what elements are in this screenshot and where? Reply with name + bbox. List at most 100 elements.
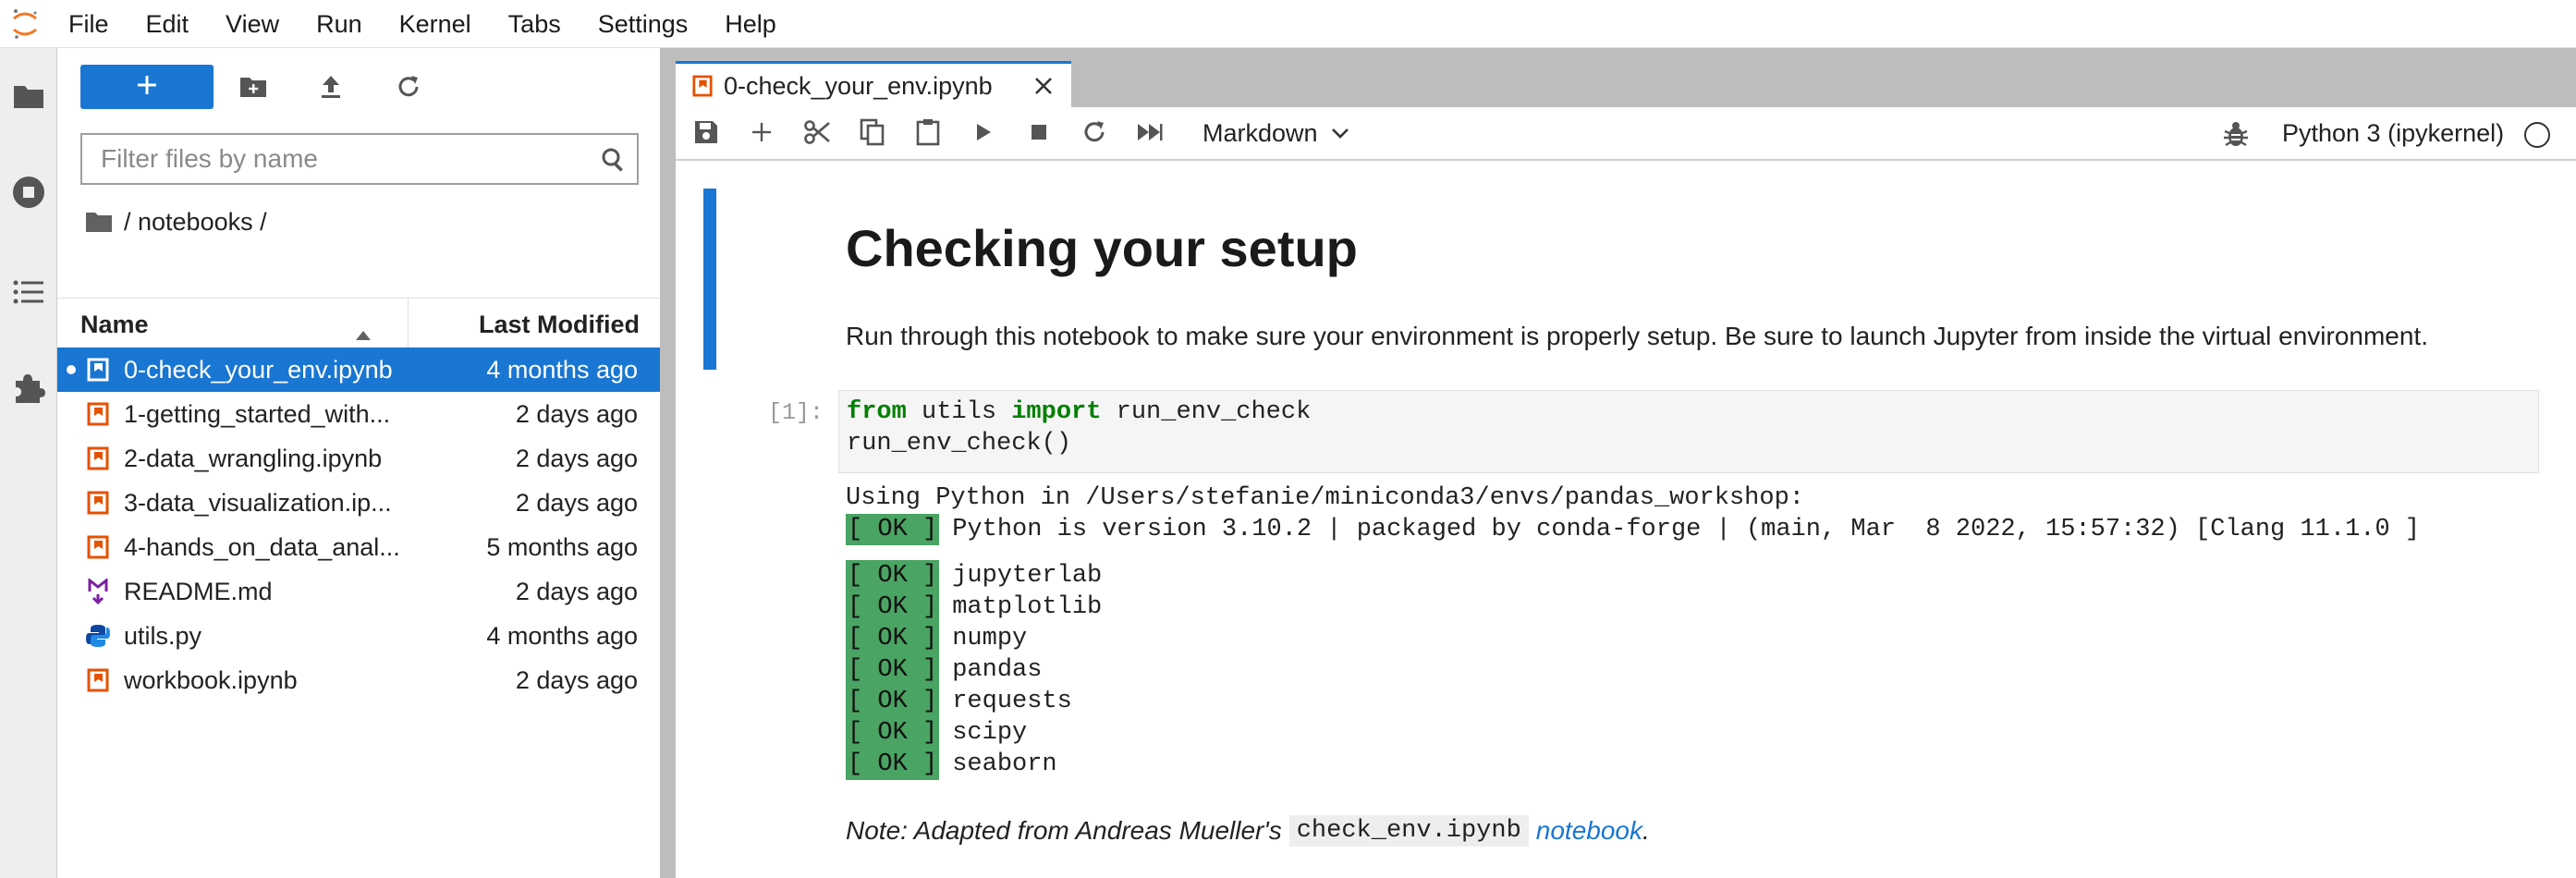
file-browser-tab[interactable] (0, 68, 57, 128)
notebook-toolbar: Markdown Python 3 (ipykernel) (676, 107, 2576, 161)
code-token: utils (906, 398, 1012, 426)
ok-badge: [ OK ] (846, 560, 940, 591)
file-row[interactable]: utils.py 4 months ago (57, 614, 660, 658)
list-icon (13, 279, 44, 310)
ok-badge: [ OK ] (846, 623, 940, 654)
restart-kernel-button[interactable] (1079, 118, 1110, 150)
file-list-header: Name Last Modified (57, 298, 660, 350)
file-row[interactable]: 0-check_your_env.ipynb 4 months ago (57, 348, 660, 392)
upload-icon (319, 74, 343, 104)
folder-icon (12, 82, 45, 115)
file-row[interactable]: 2-data_wrangling.ipynb 2 days ago (57, 436, 660, 481)
tab-notebook[interactable]: 0-check_your_env.ipynb (676, 61, 1071, 109)
new-folder-button[interactable] (235, 70, 272, 107)
puzzle-icon (12, 372, 45, 409)
copy-cell-button[interactable] (857, 118, 888, 150)
play-icon (973, 121, 994, 148)
kernel-status-icon (2524, 122, 2550, 148)
output-line: [ OK ] scipy (846, 717, 2420, 749)
file-modified: 2 days ago (515, 489, 638, 517)
close-icon[interactable] (1032, 75, 1055, 102)
sort-ascending-icon (355, 319, 372, 348)
menu-settings[interactable]: Settings (580, 0, 707, 48)
notebook-link[interactable]: notebook (1536, 816, 1642, 846)
package-name: matplotlib (952, 593, 1103, 621)
filter-files-input[interactable] (101, 144, 591, 174)
cell-type-dropdown[interactable]: Markdown (1203, 107, 1349, 159)
fast-forward-icon (1136, 121, 1164, 148)
insert-cell-button[interactable] (746, 118, 777, 150)
file-modified: 2 days ago (515, 400, 638, 428)
filter-files-box[interactable] (80, 133, 639, 185)
breadcrumb-path[interactable]: / notebooks / (124, 208, 267, 237)
ok-badge: [ OK ] (846, 591, 940, 623)
menu-help[interactable]: Help (706, 0, 795, 48)
file-modified: 4 months ago (486, 356, 638, 384)
file-row[interactable]: 4-hands_on_data_anal... 5 months ago (57, 525, 660, 569)
breadcrumb: / notebooks / (85, 203, 267, 240)
menu-kernel[interactable]: Kernel (381, 0, 490, 48)
file-row[interactable]: 3-data_visualization.ip... 2 days ago (57, 481, 660, 525)
notebook-panel: Checking your setup Run through this not… (676, 163, 2576, 878)
new-launcher-button[interactable] (80, 65, 214, 109)
file-name: 4-hands_on_data_anal... (124, 533, 400, 561)
table-of-contents-tab[interactable] (0, 264, 57, 323)
kernel-name[interactable]: Python 3 (ipykernel) (2282, 107, 2504, 159)
column-divider[interactable] (408, 299, 409, 350)
output-line: [ OK ] seaborn (846, 749, 2420, 780)
run-cell-button[interactable] (968, 118, 999, 150)
ok-badge: [ OK ] (846, 514, 940, 545)
notebook-icon (85, 357, 111, 383)
notebook-icon (85, 667, 111, 693)
cell-collapser[interactable] (703, 189, 716, 370)
cell-type-value: Markdown (1203, 119, 1318, 147)
name-column-header[interactable]: Name (80, 299, 149, 350)
restart-run-all-button[interactable] (1134, 118, 1166, 150)
folder-icon[interactable] (85, 211, 113, 233)
keyword: import (1011, 398, 1102, 426)
interrupt-kernel-button[interactable] (1023, 118, 1055, 150)
extension-manager-tab[interactable] (0, 360, 57, 420)
file-list: 0-check_your_env.ipynb 4 months ago 1-ge… (57, 348, 660, 702)
plus-icon (751, 121, 773, 148)
menu-edit[interactable]: Edit (128, 0, 208, 48)
stop-circle-icon (11, 175, 46, 214)
notebook-icon (692, 75, 713, 102)
package-name: jupyterlab (952, 562, 1103, 590)
menu-tabs[interactable]: Tabs (490, 0, 580, 48)
upload-button[interactable] (312, 70, 349, 107)
ok-badge: [ OK ] (846, 717, 940, 749)
code-cell-input[interactable]: from utils import run_env_check run_env_c… (838, 390, 2539, 473)
stop-icon (1030, 123, 1048, 146)
cut-cell-button[interactable] (801, 118, 833, 150)
markdown-note: Note: Adapted from Andreas Mueller's che… (846, 815, 1650, 847)
file-name: README.md (124, 578, 273, 605)
running-sessions-tab[interactable] (0, 165, 57, 224)
refresh-button[interactable] (390, 70, 427, 107)
output-line: [ OK ] matplotlib (846, 591, 2420, 623)
ok-badge: [ OK ] (846, 749, 940, 780)
notebook-icon (85, 534, 111, 560)
paste-cell-button[interactable] (912, 118, 944, 150)
notebook-icon (85, 445, 111, 471)
markdown-heading: Checking your setup (846, 219, 1358, 277)
file-row[interactable]: README.md 2 days ago (57, 569, 660, 614)
last-modified-column-header[interactable]: Last Modified (479, 299, 640, 350)
file-row[interactable]: 1-getting_started_with... 2 days ago (57, 392, 660, 436)
save-button[interactable] (690, 118, 722, 150)
python-file-icon (85, 623, 111, 649)
tab-label: 0-check_your_env.ipynb (724, 72, 993, 100)
code-token: run_env_check (1101, 398, 1312, 426)
file-browser: / notebooks / Name Last Modified 0-check… (57, 48, 660, 878)
menu-view[interactable]: View (207, 0, 298, 48)
cell-output: Using Python in /Users/stefanie/minicond… (846, 482, 2420, 780)
menu-file[interactable]: File (50, 0, 128, 48)
scissors-icon (803, 118, 831, 151)
markdown-paragraph: Run through this notebook to make sure y… (846, 322, 2429, 350)
menu-run[interactable]: Run (298, 0, 381, 48)
file-row[interactable]: workbook.ipynb 2 days ago (57, 658, 660, 702)
file-modified: 2 days ago (515, 445, 638, 472)
debugger-icon[interactable] (2223, 120, 2249, 152)
file-modified: 2 days ago (515, 666, 638, 694)
panel-splitter[interactable] (660, 48, 676, 878)
